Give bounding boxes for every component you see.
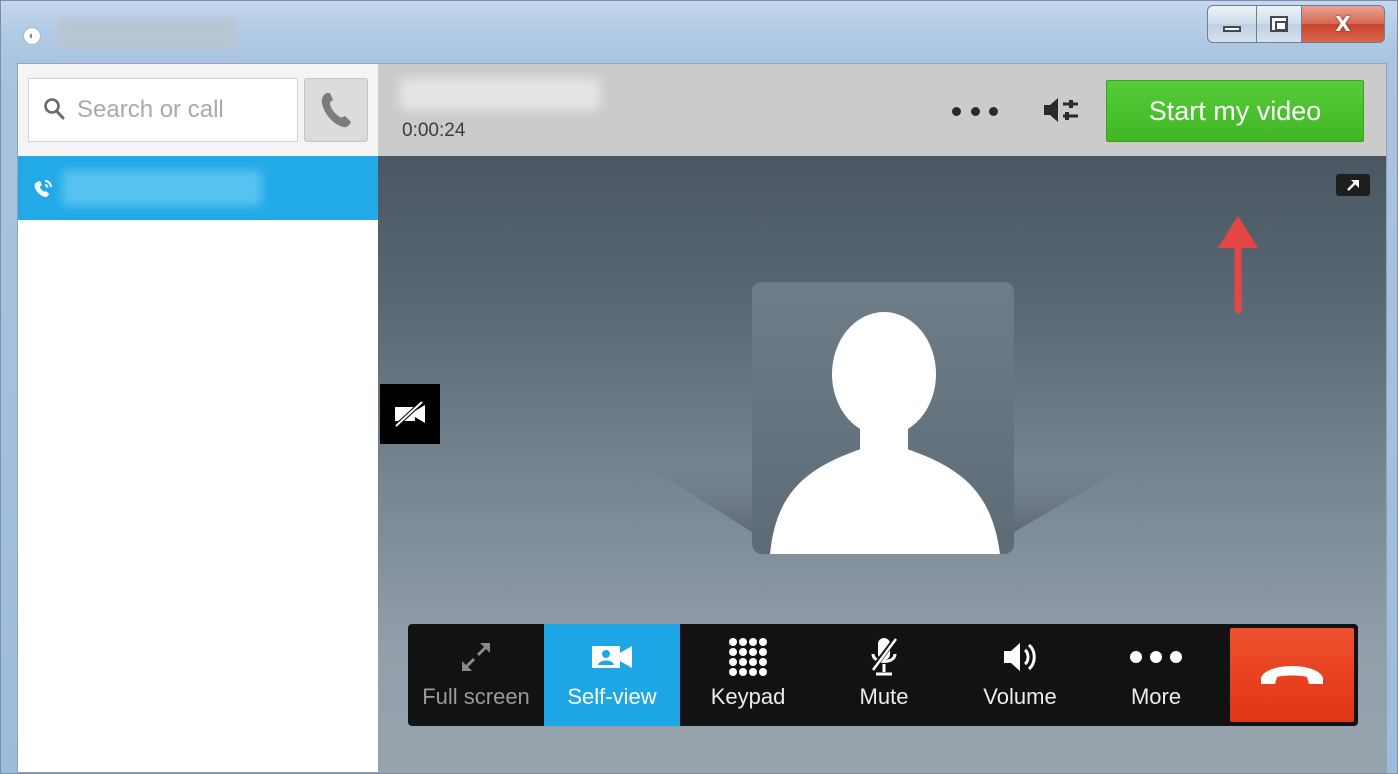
maximize-button[interactable]: [1256, 5, 1302, 43]
audio-settings-icon[interactable]: [1042, 94, 1082, 126]
call-duration: 0:00:24: [402, 120, 466, 141]
contacts-panel: [18, 64, 378, 772]
search-input[interactable]: [77, 93, 287, 127]
phone-icon: [321, 93, 351, 128]
minimize-button[interactable]: [1207, 5, 1257, 43]
speaker-icon: [1004, 643, 1036, 671]
fullscreen-button[interactable]: Full screen: [408, 624, 544, 726]
active-call-item[interactable]: [18, 156, 378, 220]
more-options-icon[interactable]: [952, 100, 998, 122]
search-toolbar: [18, 64, 378, 156]
search-box[interactable]: [28, 78, 298, 142]
camera-off-icon[interactable]: [380, 384, 440, 444]
volume-button[interactable]: Volume: [952, 624, 1088, 726]
phone-ringing-icon: [34, 180, 52, 197]
mute-button[interactable]: Mute: [816, 624, 952, 726]
fullscreen-label: Full screen: [422, 684, 530, 709]
hang-up-icon: [1261, 666, 1323, 684]
close-button[interactable]: X: [1301, 5, 1385, 43]
volume-label: Volume: [983, 684, 1057, 709]
call-header: 0:00:24 Start my video: [378, 64, 1386, 156]
call-area: 0:00:24 Start my video Full screen Self-…: [378, 64, 1386, 772]
video-stage: Full screen Self-view Keypad Mute Volume…: [378, 156, 1386, 772]
start-my-video-button[interactable]: Start my video: [1106, 80, 1364, 142]
annotation-arrow: [1218, 216, 1258, 314]
fullscreen-icon: [462, 643, 490, 671]
title-bar: ◐ X: [1, 1, 1397, 61]
mute-label: Mute: [859, 684, 909, 709]
end-call-button[interactable]: [1230, 628, 1354, 722]
keypad-button[interactable]: Keypad: [680, 624, 816, 726]
self-view-label: Self-view: [567, 684, 657, 709]
window-controls: X: [1207, 5, 1385, 45]
more-dots-icon: [1130, 651, 1182, 663]
minimize-icon: [1223, 26, 1241, 32]
more-label: More: [1130, 684, 1182, 709]
maximize-icon: [1270, 16, 1288, 32]
keypad-label: Keypad: [710, 684, 786, 709]
call-button[interactable]: [304, 78, 368, 142]
close-icon: X: [1335, 12, 1351, 36]
app-logo-icon: ◐: [23, 27, 41, 45]
video-camera-icon: [592, 646, 632, 668]
application-window: ◐ X Search or call 0:00:24 Start my vide…: [0, 0, 1398, 774]
microphone-muted-icon: [870, 636, 898, 676]
self-view-button[interactable]: Self-view: [544, 624, 680, 726]
caller-name-redacted: [400, 78, 600, 110]
keypad-icon: [729, 638, 767, 676]
call-controls-bar: Full screen Self-view Keypad Mute Volume…: [408, 624, 1358, 726]
popout-icon[interactable]: [1336, 174, 1370, 196]
contact-name-redacted: [62, 170, 262, 206]
avatar: [638, 282, 1138, 554]
window-title-redacted: [57, 18, 237, 48]
more-button[interactable]: More: [1088, 624, 1224, 726]
search-icon: [44, 98, 65, 120]
client-area: 0:00:24 Start my video: [17, 63, 1387, 773]
